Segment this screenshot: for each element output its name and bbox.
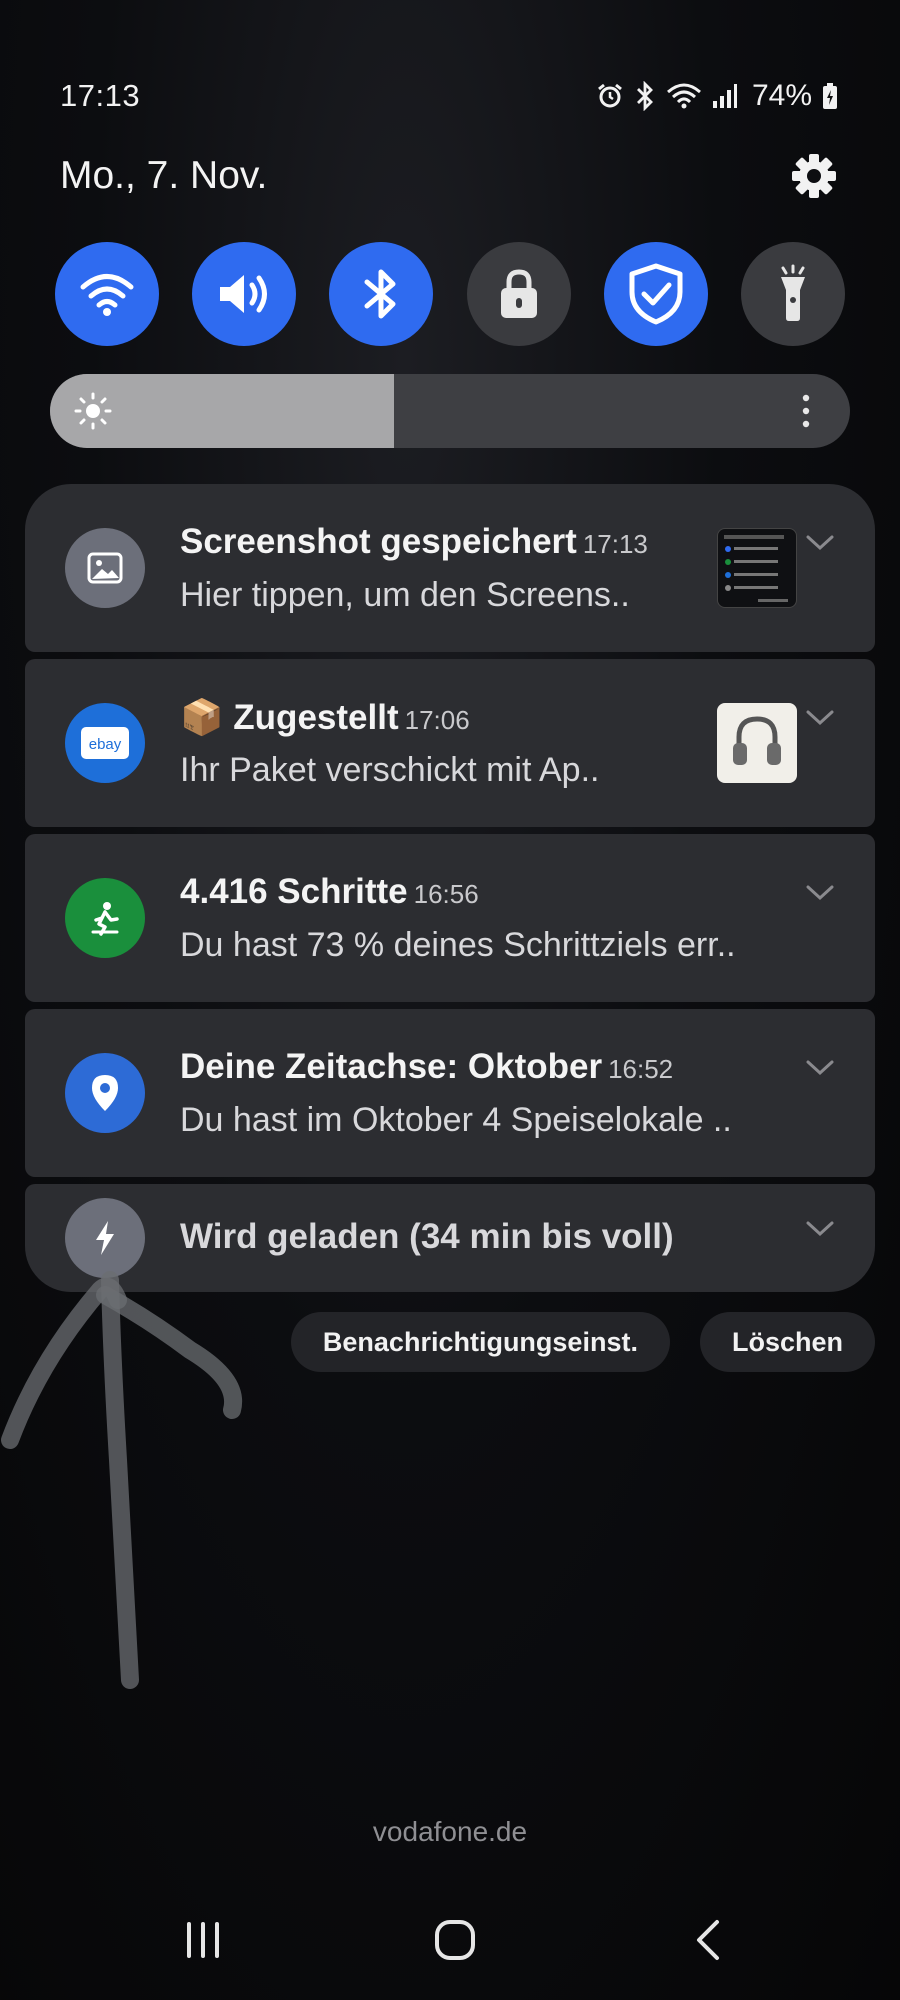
recent-apps-button[interactable] bbox=[163, 1910, 243, 1970]
app-icon bbox=[65, 528, 145, 608]
notification-time: 16:52 bbox=[608, 1054, 674, 1084]
notification-list: Screenshot gespeichert 17:13 Hier tippen,… bbox=[25, 484, 875, 1292]
notification-title: 📦 Zugestellt 17:06 bbox=[180, 697, 470, 738]
wifi-icon bbox=[80, 274, 134, 316]
notification-title-text: 4.416 Schritte bbox=[180, 872, 408, 911]
notification-time: 16:56 bbox=[413, 879, 479, 909]
screenshot-thumbnail[interactable] bbox=[717, 528, 797, 608]
battery-percent: 74% bbox=[751, 79, 812, 112]
chevron-down-icon[interactable] bbox=[805, 534, 835, 552]
signal-icon bbox=[712, 84, 737, 108]
home-icon bbox=[435, 1920, 475, 1960]
app-icon bbox=[65, 1053, 145, 1133]
back-button[interactable] bbox=[668, 1910, 748, 1970]
notification-screenshot[interactable]: Screenshot gespeichert 17:13 Hier tippen,… bbox=[25, 484, 875, 652]
battery-charging-icon bbox=[823, 83, 837, 109]
header-row: Mo., 7. Nov. bbox=[60, 150, 840, 202]
notification-title-text: Screenshot gespeichert bbox=[180, 522, 577, 561]
bluetooth-icon bbox=[364, 269, 396, 319]
product-thumbnail[interactable] bbox=[717, 703, 797, 783]
ebay-icon: ebay bbox=[81, 727, 129, 759]
hand-drawn-arrow bbox=[1, 1271, 243, 1689]
flashlight-icon bbox=[780, 264, 805, 321]
qs-flashlight-toggle[interactable] bbox=[740, 242, 845, 346]
notification-text: Du hast im Oktober 4 Speiselokale .. bbox=[180, 1101, 732, 1139]
carrier-label: vodafone.de bbox=[372, 1816, 528, 1847]
settings-button[interactable] bbox=[788, 150, 840, 202]
notification-title: Screenshot gespeichert 17:13 bbox=[180, 522, 648, 562]
notification-title: Deine Zeitachse: Oktober 16:52 bbox=[180, 1047, 673, 1087]
notification-time: 17:13 bbox=[582, 529, 648, 559]
notification-steps[interactable]: 4.416 Schritte 16:56 Du hast 73 % deines … bbox=[25, 834, 875, 1002]
notification-title: 4.416 Schritte 16:56 bbox=[180, 872, 479, 912]
status-icons: 74% bbox=[596, 79, 838, 113]
headphones-icon bbox=[733, 716, 781, 765]
notification-title-text: 📦 Zugestellt bbox=[180, 698, 399, 737]
qs-bluetooth-toggle[interactable] bbox=[329, 242, 434, 346]
notification-ebay[interactable]: ebay 📦 Zugestellt 17:06 Ihr Paket verschi… bbox=[25, 659, 875, 827]
qs-shield-toggle[interactable] bbox=[603, 242, 708, 346]
notification-settings-button[interactable]: Benachrichtigungseinst. bbox=[290, 1312, 670, 1372]
navigation-bar bbox=[0, 1910, 900, 1970]
chevron-down-icon[interactable] bbox=[805, 1059, 835, 1077]
qs-wifi-toggle[interactable] bbox=[55, 242, 159, 346]
ebay-icon-text: ebay bbox=[89, 736, 122, 753]
date-label: Mo., 7. Nov. bbox=[60, 154, 268, 197]
chevron-down-icon[interactable] bbox=[805, 709, 835, 727]
chevron-down-icon[interactable] bbox=[805, 1220, 835, 1238]
sun-icon bbox=[74, 392, 112, 430]
wifi-icon bbox=[666, 83, 701, 109]
status-bar: 17:13 74% bbox=[60, 76, 838, 116]
chevron-down-icon[interactable] bbox=[805, 884, 835, 902]
notification-title-text: Deine Zeitachse: Oktober bbox=[180, 1047, 603, 1086]
quick-settings bbox=[55, 242, 845, 346]
more-vertical-icon[interactable] bbox=[802, 394, 810, 428]
qs-sound-toggle[interactable] bbox=[192, 242, 297, 346]
back-icon bbox=[697, 1920, 719, 1960]
lock-icon bbox=[500, 269, 537, 318]
notification-timeline[interactable]: Deine Zeitachse: Oktober 16:52 Du hast im… bbox=[25, 1009, 875, 1177]
location-pin-icon bbox=[92, 1075, 118, 1111]
brightness-slider[interactable] bbox=[50, 374, 850, 448]
home-button[interactable] bbox=[415, 1910, 495, 1970]
notification-actions: Benachrichtigungseinst. Löschen bbox=[290, 1312, 875, 1372]
bluetooth-icon bbox=[636, 81, 653, 111]
notification-text: Hier tippen, um den Screens.. bbox=[180, 576, 630, 614]
walk-icon bbox=[91, 902, 119, 936]
volume-icon bbox=[220, 275, 268, 313]
notification-text: Du hast 73 % deines Schrittziels err.. bbox=[180, 926, 736, 964]
clock: 17:13 bbox=[60, 78, 141, 113]
shield-check-icon bbox=[629, 263, 683, 325]
image-icon bbox=[87, 552, 123, 584]
notification-text: Ihr Paket verschickt mit Ap.. bbox=[180, 751, 600, 789]
notification-time: 17:06 bbox=[404, 705, 470, 735]
gear-icon bbox=[792, 154, 836, 198]
app-icon: ebay bbox=[65, 703, 145, 783]
clear-all-button[interactable]: Löschen bbox=[699, 1312, 875, 1372]
thumbnail-preview bbox=[724, 535, 788, 602]
qs-lock-toggle[interactable] bbox=[466, 242, 571, 346]
recent-apps-icon bbox=[187, 1922, 219, 1958]
alarm-icon bbox=[598, 83, 622, 108]
app-icon bbox=[65, 878, 145, 958]
